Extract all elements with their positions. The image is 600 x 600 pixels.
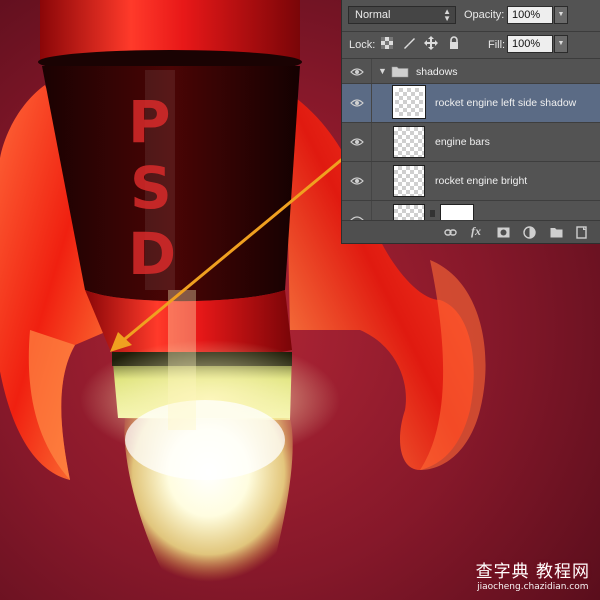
fx-icon[interactable]: fx — [471, 224, 481, 239]
new-layer-icon[interactable] — [575, 226, 588, 239]
rocket-letter: P — [128, 88, 171, 156]
layer-name: engine bars — [435, 136, 490, 148]
layer-thumbnail[interactable] — [392, 85, 426, 119]
opacity-field[interactable]: 100% — [507, 6, 553, 24]
blend-mode-value: Normal — [355, 9, 391, 21]
layer-name: rocket engine bright — [435, 175, 528, 187]
rocket-letter: S — [130, 154, 172, 222]
layer-row-partial[interactable] — [342, 201, 600, 236]
lock-all-icon[interactable] — [447, 36, 461, 50]
opacity-dropdown-button[interactable]: ▼ — [554, 6, 568, 24]
layers-panel: Normal ▲ ▼ Opacity: 100% ▼ Lock: Fill: 10… — [341, 0, 600, 244]
eye-icon[interactable] — [350, 98, 364, 108]
layer-name: rocket engine left side shadow — [435, 97, 577, 109]
opacity-label: Opacity: — [464, 9, 505, 21]
rocket-letter: D — [128, 220, 176, 288]
visibility-cell[interactable] — [342, 162, 372, 200]
updown-arrow-icon: ▲ ▼ — [443, 7, 451, 23]
visibility-cell[interactable] — [342, 201, 372, 224]
eye-icon[interactable] — [350, 176, 364, 186]
divider — [342, 31, 600, 32]
lock-image-pixels-icon[interactable] — [402, 36, 416, 50]
fill-label: Fill: — [488, 39, 506, 51]
layer-row-engine-bars[interactable]: engine bars — [342, 123, 600, 162]
visibility-cell[interactable] — [342, 59, 372, 83]
layer-thumbnail[interactable] — [393, 126, 425, 158]
layer-group-shadows[interactable]: ▼ shadows — [342, 59, 600, 84]
lock-label: Lock: — [349, 39, 376, 51]
link-icon[interactable] — [444, 226, 457, 239]
layer-row-rocket-engine-bright[interactable]: rocket engine bright — [342, 162, 600, 201]
mask-icon[interactable] — [497, 226, 510, 239]
eye-icon[interactable] — [350, 137, 364, 147]
group-name: shadows — [416, 66, 458, 78]
rocket-letters: P S D — [128, 88, 176, 288]
new-group-folder-icon[interactable] — [550, 226, 563, 239]
lock-position-icon[interactable] — [424, 36, 438, 50]
layers-panel-footer: fx — [342, 220, 600, 243]
fill-field[interactable]: 100% — [507, 35, 553, 53]
layer-row-rocket-engine-left-side-shadow[interactable]: rocket engine left side shadow — [342, 84, 600, 123]
lock-transparent-pixels-icon[interactable] — [380, 36, 394, 50]
watermark-url: jiaocheng.chazidian.com — [477, 582, 589, 592]
expand-triangle-icon[interactable]: ▼ — [378, 66, 387, 76]
eye-icon[interactable] — [350, 67, 364, 77]
watermark: 查字典 教程网 jiaocheng.chazidian.com — [476, 557, 590, 592]
watermark-title: 查字典 教程网 — [475, 562, 590, 582]
adjustment-icon[interactable] — [523, 226, 536, 239]
layer-thumbnail[interactable] — [393, 165, 425, 197]
folder-icon — [391, 66, 409, 78]
fill-dropdown-button[interactable]: ▼ — [554, 35, 568, 53]
blend-mode-select[interactable]: Normal ▲ ▼ — [348, 6, 456, 24]
blend-row: Normal ▲ ▼ Opacity: 100% ▼ — [342, 0, 600, 31]
chain-link-icon — [430, 210, 435, 217]
visibility-cell[interactable] — [342, 84, 372, 122]
visibility-cell[interactable] — [342, 123, 372, 161]
